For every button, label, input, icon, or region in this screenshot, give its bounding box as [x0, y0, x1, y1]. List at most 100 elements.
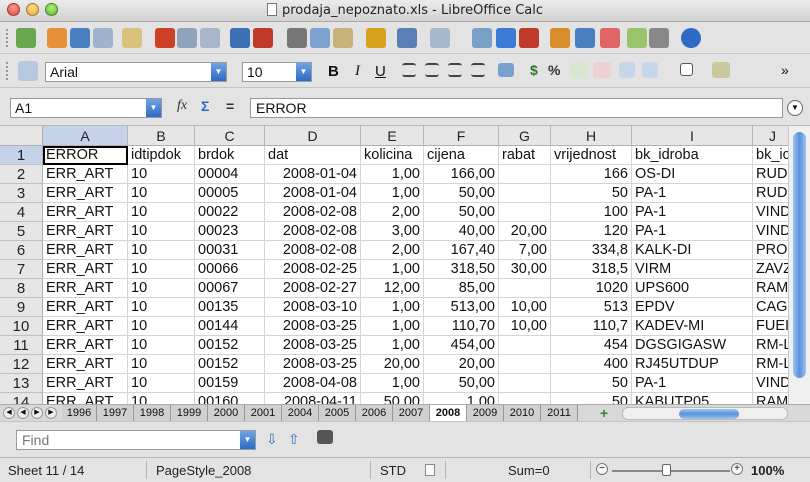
cell-h14[interactable]: 50: [551, 393, 632, 404]
cell-g14[interactable]: [499, 393, 551, 404]
cell-g6[interactable]: 7,00: [499, 241, 551, 260]
column-header-g[interactable]: G: [499, 126, 551, 146]
cell-d11[interactable]: 2008-03-25: [265, 336, 361, 355]
cell-a14[interactable]: ERR_ART: [43, 393, 128, 404]
cell-d14[interactable]: 2008-04-11: [265, 393, 361, 404]
cell-c5[interactable]: 00023: [195, 222, 265, 241]
column-header-i[interactable]: I: [632, 126, 753, 146]
sheet-tab-2011[interactable]: 2011: [541, 405, 578, 421]
align-left-icon[interactable]: [402, 63, 416, 77]
more-toolbar-button[interactable]: »: [781, 62, 789, 78]
cell-e12[interactable]: 20,00: [361, 355, 424, 374]
save-icon[interactable]: [70, 28, 90, 48]
undo-icon[interactable]: [397, 28, 417, 48]
zoom-window-button[interactable]: [45, 3, 58, 16]
cell-g7[interactable]: 30,00: [499, 260, 551, 279]
zoom-slider-knob[interactable]: [662, 464, 671, 476]
cell-d3[interactable]: 2008-01-04: [265, 184, 361, 203]
help-icon[interactable]: [681, 28, 701, 48]
cell-b1[interactable]: idtipdok: [128, 146, 195, 165]
last-sheet-icon[interactable]: ▶: [45, 407, 57, 419]
find-input[interactable]: Find ▼: [16, 430, 256, 450]
zoom-level[interactable]: 100%: [751, 463, 784, 478]
name-box[interactable]: A1 ▼: [10, 98, 162, 118]
cell-a9[interactable]: ERR_ART: [43, 298, 128, 317]
cell-g1[interactable]: rabat: [499, 146, 551, 165]
spellcheck-icon[interactable]: [230, 28, 250, 48]
cell-h6[interactable]: 334,8: [551, 241, 632, 260]
cell-b5[interactable]: 10: [128, 222, 195, 241]
row-header-1[interactable]: 1: [0, 146, 43, 165]
cell-h5[interactable]: 120: [551, 222, 632, 241]
cell-e3[interactable]: 1,00: [361, 184, 424, 203]
underline-button[interactable]: U: [375, 63, 386, 80]
cell-g2[interactable]: [499, 165, 551, 184]
cell-f10[interactable]: 110,70: [424, 317, 499, 336]
cell-g5[interactable]: 20,00: [499, 222, 551, 241]
column-header-b[interactable]: B: [128, 126, 195, 146]
close-window-button[interactable]: [7, 3, 20, 16]
column-header-j[interactable]: J: [753, 126, 793, 146]
cell-f3[interactable]: 50,00: [424, 184, 499, 203]
find-previous-icon[interactable]: ⇧: [288, 431, 300, 448]
cell-a2[interactable]: ERR_ART: [43, 165, 128, 184]
cell-d9[interactable]: 2008-03-10: [265, 298, 361, 317]
cell-b3[interactable]: 10: [128, 184, 195, 203]
cell-i9[interactable]: EPDV: [632, 298, 753, 317]
cell-b6[interactable]: 10: [128, 241, 195, 260]
autospellcheck-icon[interactable]: [253, 28, 273, 48]
find-next-icon[interactable]: ⇩: [266, 431, 278, 448]
cell-j14[interactable]: RAM: [753, 393, 793, 404]
cell-h8[interactable]: 1020: [551, 279, 632, 298]
open-icon[interactable]: [47, 28, 67, 48]
cell-d2[interactable]: 2008-01-04: [265, 165, 361, 184]
cell-c2[interactable]: 00004: [195, 165, 265, 184]
borders-icon[interactable]: [680, 63, 693, 76]
cell-d1[interactable]: dat: [265, 146, 361, 165]
sheet-tab-2000[interactable]: 2000: [208, 405, 245, 421]
edit-file-icon[interactable]: [122, 28, 142, 48]
show-draw-functions-icon[interactable]: [575, 28, 595, 48]
bold-button[interactable]: B: [328, 63, 339, 80]
row-header-4[interactable]: 4: [0, 203, 43, 222]
cell-h2[interactable]: 166: [551, 165, 632, 184]
cell-b4[interactable]: 10: [128, 203, 195, 222]
cell-e13[interactable]: 1,00: [361, 374, 424, 393]
redo-icon[interactable]: [430, 28, 450, 48]
new-document-icon[interactable]: [16, 28, 36, 48]
cell-a7[interactable]: ERR_ART: [43, 260, 128, 279]
cell-i13[interactable]: PA-1: [632, 374, 753, 393]
cell-f7[interactable]: 318,50: [424, 260, 499, 279]
column-header-a[interactable]: A: [43, 126, 128, 146]
next-sheet-icon[interactable]: ▶: [31, 407, 43, 419]
cell-e4[interactable]: 2,00: [361, 203, 424, 222]
cell-b7[interactable]: 10: [128, 260, 195, 279]
decrease-indent-icon[interactable]: [619, 62, 635, 78]
cell-e14[interactable]: 50,00: [361, 393, 424, 404]
toolbar-grip[interactable]: [6, 62, 10, 80]
horizontal-scroll-thumb[interactable]: [679, 409, 739, 419]
sheet-tab-2001[interactable]: 2001: [245, 405, 282, 421]
cell-h13[interactable]: 50: [551, 374, 632, 393]
cut-icon[interactable]: [287, 28, 307, 48]
sheet-tab-2010[interactable]: 2010: [504, 405, 541, 421]
cell-i10[interactable]: KADEV-MI: [632, 317, 753, 336]
cell-f13[interactable]: 50,00: [424, 374, 499, 393]
cell-b9[interactable]: 10: [128, 298, 195, 317]
toolbar-grip[interactable]: [6, 29, 10, 47]
chevron-down-icon[interactable]: ▼: [240, 431, 255, 449]
column-header-e[interactable]: E: [361, 126, 424, 146]
cell-j1[interactable]: bk_ic: [753, 146, 793, 165]
copy-icon[interactable]: [310, 28, 330, 48]
chevron-down-icon[interactable]: ▼: [146, 99, 161, 117]
cell-e10[interactable]: 1,00: [361, 317, 424, 336]
cell-c3[interactable]: 00005: [195, 184, 265, 203]
cell-j12[interactable]: RM-L: [753, 355, 793, 374]
cell-a4[interactable]: ERR_ART: [43, 203, 128, 222]
cell-g8[interactable]: [499, 279, 551, 298]
cell-f8[interactable]: 85,00: [424, 279, 499, 298]
cell-c4[interactable]: 00022: [195, 203, 265, 222]
horizontal-scrollbar[interactable]: [622, 407, 788, 420]
cell-j5[interactable]: VIND: [753, 222, 793, 241]
cell-j9[interactable]: CAG: [753, 298, 793, 317]
